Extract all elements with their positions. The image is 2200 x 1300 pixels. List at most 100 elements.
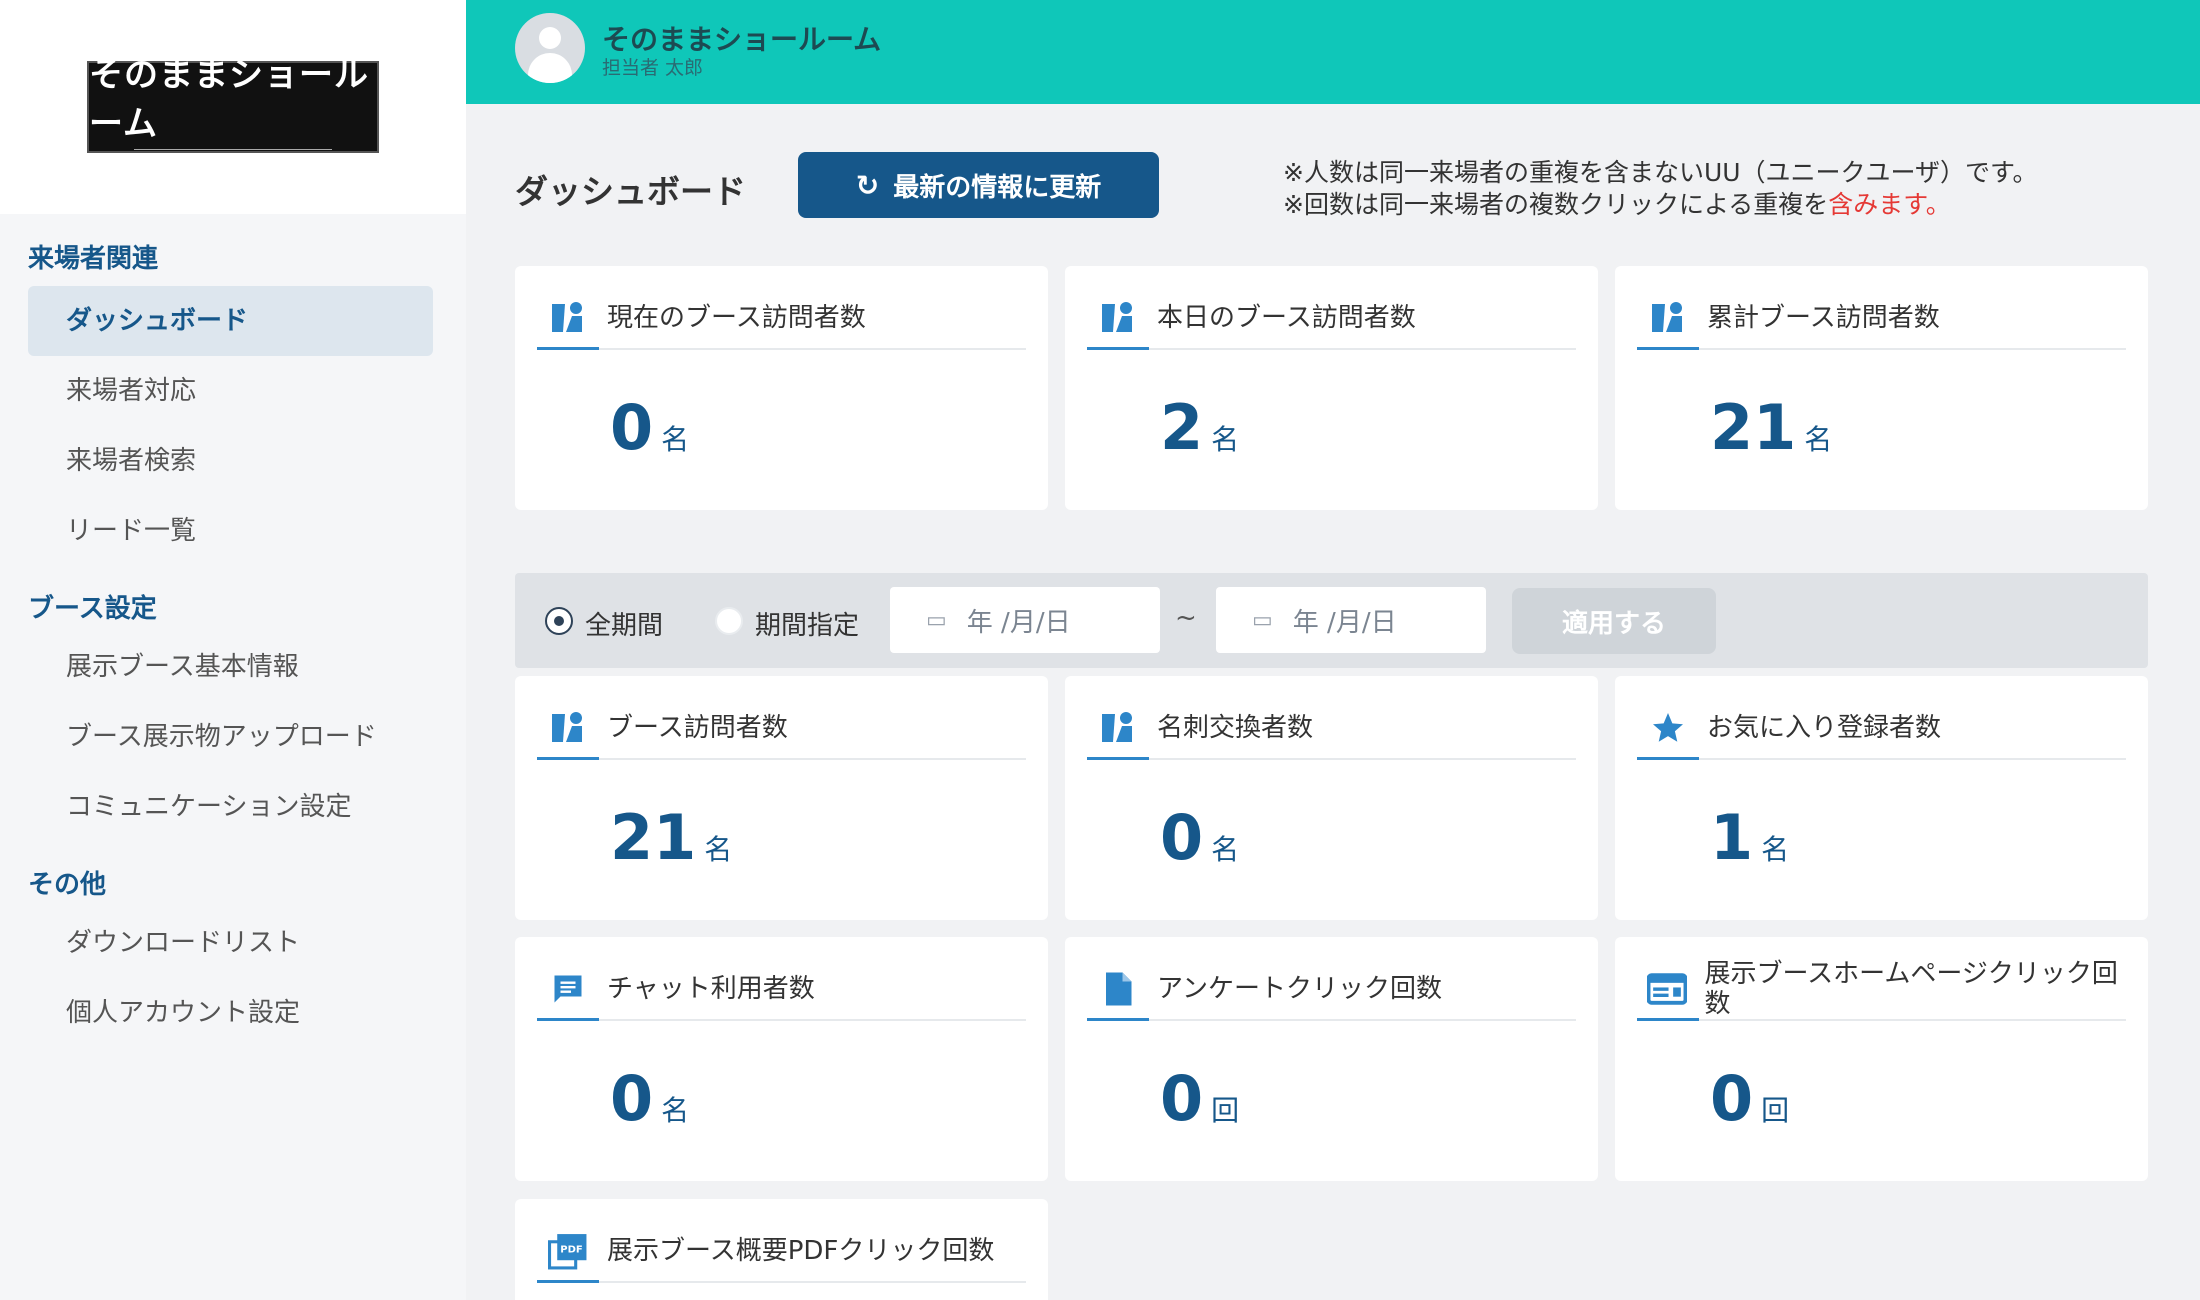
card-header: PDF 展示ブース概要PDFクリック回数 — [537, 1221, 1026, 1283]
all-period-label[interactable]: 全期間 — [585, 605, 663, 642]
note-count-emphasis: 含みます。 — [1828, 190, 1951, 219]
stat-card-current-visitors: 現在のブース訪問者数 0名 — [515, 266, 1048, 510]
nav-section-other: その他 ダウンロードリスト 個人アカウント設定 — [0, 862, 466, 1048]
stat-card-favorites: お気に入り登録者数 1名 — [1615, 676, 2148, 920]
stat-number: 2 — [1160, 391, 1204, 464]
card-label: 本日のブース訪問者数 — [1157, 303, 1416, 333]
logo-tagline: The Virtual Exhibition Platform — [133, 149, 333, 167]
stat-number: 0 — [1710, 1062, 1754, 1135]
card-value: 0名 — [610, 391, 689, 464]
visitor-icon — [1637, 298, 1699, 338]
logo-text: そのままショールーム — [89, 55, 369, 144]
start-date-input[interactable]: ▭ 年 /月/日 — [890, 587, 1160, 653]
stat-card-today-visitors: 本日のブース訪問者数 2名 — [1065, 266, 1598, 510]
sidebar-item-booth-info[interactable]: 展示ブース基本情報 — [28, 632, 433, 702]
card-value: 1名 — [1710, 801, 1789, 874]
stat-card-card-exchange: 名刺交換者数 0名 — [1065, 676, 1598, 920]
visitor-icon — [1087, 708, 1149, 748]
sidebar-item-lead-list[interactable]: リード一覧 — [28, 496, 433, 566]
card-label: ブース訪問者数 — [607, 713, 788, 743]
card-value: 0名 — [610, 1062, 689, 1135]
visitor-icon — [1087, 298, 1149, 338]
date-range-separator: ~ — [1175, 603, 1197, 633]
homepage-icon — [1637, 972, 1696, 1006]
pdf-icon: PDF — [537, 1232, 599, 1270]
stat-number: 0 — [610, 391, 654, 464]
visitor-icon — [537, 708, 599, 748]
all-period-radio[interactable] — [545, 607, 573, 635]
card-label: 累計ブース訪問者数 — [1707, 303, 1940, 333]
refresh-button[interactable]: ↻ 最新の情報に更新 — [798, 152, 1159, 218]
sidebar-item-visitor-search[interactable]: 来場者検索 — [28, 426, 433, 496]
stat-unit: 名 — [704, 833, 733, 866]
card-value: 2名 — [1160, 391, 1239, 464]
calendar-icon: ▭ — [926, 607, 947, 633]
sidebar-item-communication-settings[interactable]: コミュニケーション設定 — [28, 772, 433, 842]
stat-number: 0 — [610, 1062, 654, 1135]
stat-card-total-visitors: 累計ブース訪問者数 21 名 — [1615, 266, 2148, 510]
note-count-text: ※回数は同一来場者の複数クリックによる重複を — [1283, 190, 1829, 219]
end-date-input[interactable]: ▭ 年 /月/日 — [1216, 587, 1486, 653]
custom-period-radio[interactable] — [715, 607, 743, 635]
nav-section-title: ブース設定 — [28, 594, 157, 624]
svg-text:PDF: PDF — [560, 1245, 582, 1256]
logo[interactable]: そのままショールーム The Virtual Exhibition Platfo… — [87, 55, 379, 167]
card-header: ブース訪問者数 — [537, 698, 1026, 760]
stat-number: 21 — [1710, 391, 1797, 464]
refresh-button-label: 最新の情報に更新 — [893, 172, 1102, 203]
card-header: 展示ブースホームページクリック回数 — [1637, 959, 2126, 1021]
logo-area: そのままショールーム The Virtual Exhibition Platfo… — [0, 0, 466, 214]
card-value: 21 名 — [1710, 391, 1832, 464]
stat-card-pdf-clicks: PDF 展示ブース概要PDFクリック回数 — [515, 1199, 1048, 1300]
card-header: チャット利用者数 — [537, 959, 1026, 1021]
stat-unit: 回 — [1211, 1094, 1240, 1127]
stat-number: 0 — [1160, 1062, 1204, 1135]
sidebar-item-visitor-response[interactable]: 来場者対応 — [28, 356, 433, 426]
card-label: 現在のブース訪問者数 — [607, 303, 866, 333]
card-label: お気に入り登録者数 — [1707, 713, 1942, 743]
card-label: チャット利用者数 — [607, 974, 815, 1004]
stat-card-booth-visitors: ブース訪問者数 21 名 — [515, 676, 1048, 920]
apply-button[interactable]: 適用する — [1512, 588, 1716, 654]
period-filter-bar: 全期間 期間指定 ▭ 年 /月/日 ~ ▭ 年 /月/日 適用する — [515, 573, 2148, 668]
stat-unit: 回 — [1761, 1094, 1790, 1127]
header-user-name: 担当者 太郎 — [602, 57, 704, 79]
stat-unit: 名 — [1211, 423, 1240, 456]
card-value: 0回 — [1160, 1062, 1239, 1135]
stat-number: 21 — [610, 801, 697, 874]
avatar[interactable] — [515, 13, 585, 83]
stat-number: 1 — [1710, 801, 1754, 874]
document-icon — [1087, 971, 1149, 1007]
star-icon — [1637, 710, 1699, 746]
sidebar-item-account-settings[interactable]: 個人アカウント設定 — [28, 978, 433, 1048]
card-header: 現在のブース訪問者数 — [537, 288, 1026, 350]
card-header: お気に入り登録者数 — [1637, 698, 2126, 760]
stat-unit: 名 — [661, 423, 690, 456]
stat-unit: 名 — [1211, 833, 1240, 866]
card-value: 21 名 — [610, 801, 732, 874]
card-value: 0回 — [1710, 1062, 1789, 1135]
note-uu: ※人数は同一来場者の重複を含まないUU（ユニークユーザ）です。 — [1283, 158, 2038, 187]
stat-card-homepage-clicks: 展示ブースホームページクリック回数 0回 — [1615, 937, 2148, 1181]
page-title: ダッシュボード — [515, 172, 746, 211]
card-header: アンケートクリック回数 — [1087, 959, 1576, 1021]
stat-unit: 名 — [1761, 833, 1790, 866]
note-count: ※回数は同一来場者の複数クリックによる重複を含みます。 — [1283, 185, 1951, 221]
avatar-head — [539, 27, 561, 49]
custom-period-label[interactable]: 期間指定 — [755, 605, 859, 642]
card-header: 名刺交換者数 — [1087, 698, 1576, 760]
nav-section-booth: ブース設定 展示ブース基本情報 ブース展示物アップロード コミュニケーション設定 — [0, 586, 466, 842]
sidebar-item-exhibit-upload[interactable]: ブース展示物アップロード — [28, 702, 433, 772]
sidebar-item-dashboard[interactable]: ダッシュボード — [28, 286, 433, 356]
card-header: 累計ブース訪問者数 — [1637, 288, 2126, 350]
card-label: 名刺交換者数 — [1157, 713, 1314, 743]
card-value: 0名 — [1160, 801, 1239, 874]
stat-unit: 名 — [661, 1094, 690, 1127]
sidebar-item-download-list[interactable]: ダウンロードリスト — [28, 908, 433, 978]
card-label: アンケートクリック回数 — [1157, 974, 1442, 1004]
chat-icon — [537, 971, 599, 1007]
nav-section-visitors: 来場者関連 ダッシュボード 来場者対応 来場者検索 リード一覧 — [0, 236, 466, 566]
nav-section-title: その他 — [28, 870, 107, 900]
visitor-icon — [537, 298, 599, 338]
card-header: 本日のブース訪問者数 — [1087, 288, 1576, 350]
